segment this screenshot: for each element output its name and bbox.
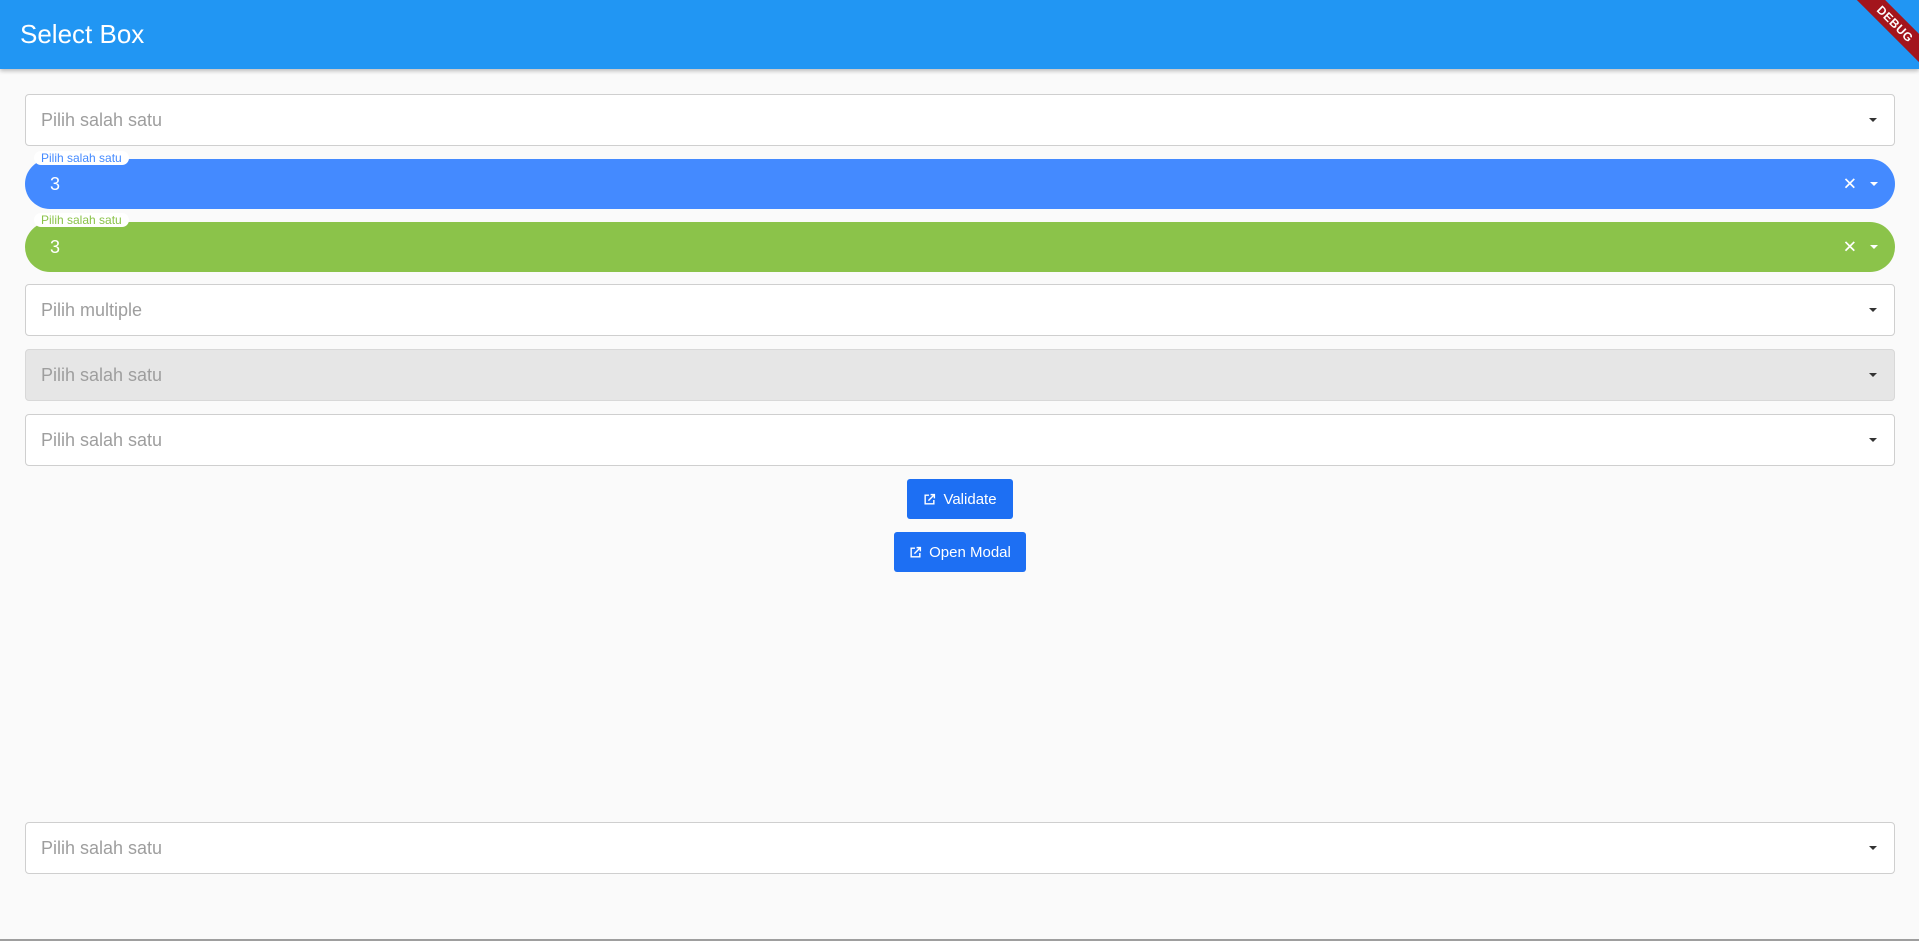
select-box-6-placeholder: Pilih salah satu (41, 429, 163, 450)
open-in-new-icon (924, 493, 936, 505)
open-modal-button[interactable]: Open Modal (894, 532, 1026, 572)
select-box-green-value: 3 (50, 236, 61, 257)
select-box-green-label: Pilih salah satu (34, 213, 129, 227)
select-box-green[interactable]: 3 ✕ (25, 222, 1895, 272)
dropdown-arrow-icon (1869, 308, 1877, 312)
dropdown-arrow-icon (1870, 245, 1878, 249)
app-bar: Select Box DEBUG (0, 0, 1919, 69)
select-box-disabled-placeholder: Pilih salah satu (41, 364, 163, 385)
dropdown-arrow-icon (1870, 182, 1878, 186)
select-box-blue[interactable]: 3 ✕ (25, 159, 1895, 209)
select-multiple[interactable]: Pilih multiple (25, 284, 1895, 336)
select-box-6[interactable]: Pilih salah satu (25, 414, 1895, 466)
debug-banner: DEBUG (1845, 0, 1919, 69)
open-in-new-icon (910, 546, 922, 558)
select-box-1[interactable]: Pilih salah satu (25, 94, 1895, 146)
select-box-blue-label: Pilih salah satu (34, 151, 129, 165)
close-icon[interactable]: ✕ (1843, 176, 1857, 193)
select-box-1-placeholder: Pilih salah satu (41, 109, 163, 130)
dropdown-arrow-icon (1869, 846, 1877, 850)
select-box-bottom-placeholder: Pilih salah satu (41, 837, 163, 858)
validate-button-label: Validate (943, 490, 997, 508)
validate-button[interactable]: Validate (907, 479, 1013, 519)
close-icon[interactable]: ✕ (1843, 239, 1857, 256)
dropdown-arrow-icon (1869, 118, 1877, 122)
dropdown-arrow-icon (1869, 438, 1877, 442)
select-box-blue-value: 3 (50, 173, 61, 194)
select-multiple-placeholder: Pilih multiple (41, 299, 143, 320)
select-box-disabled: Pilih salah satu (25, 349, 1895, 401)
select-box-bottom[interactable]: Pilih salah satu (25, 822, 1895, 874)
dropdown-arrow-icon (1869, 373, 1877, 377)
open-modal-button-label: Open Modal (929, 543, 1011, 561)
app-title: Select Box (20, 19, 145, 49)
